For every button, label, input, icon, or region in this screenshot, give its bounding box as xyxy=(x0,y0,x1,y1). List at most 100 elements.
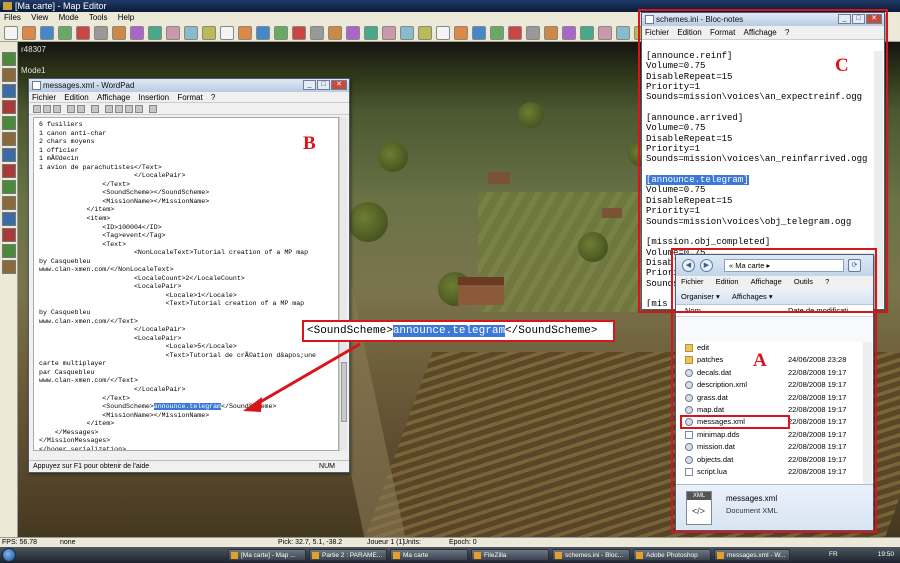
left-toolbar xyxy=(0,42,18,537)
task-firefox[interactable]: Partie 2 : PARAME... xyxy=(309,549,387,561)
tool-palette-button[interactable] xyxy=(2,244,16,258)
toolbar-button[interactable] xyxy=(40,26,54,40)
save-icon[interactable] xyxy=(53,105,61,113)
toolbar-button[interactable] xyxy=(526,26,540,40)
new-doc-icon[interactable] xyxy=(33,105,41,113)
toolbar-button[interactable] xyxy=(400,26,414,40)
toolbar-button[interactable] xyxy=(328,26,342,40)
toolbar-button[interactable] xyxy=(598,26,612,40)
toolbar-button[interactable] xyxy=(490,26,504,40)
toolbar-button[interactable] xyxy=(220,26,234,40)
scroll-thumb[interactable] xyxy=(341,362,347,422)
task-icon xyxy=(474,552,481,559)
task-wordpad[interactable]: messages.xml - W... xyxy=(714,549,790,561)
toolbar-button[interactable] xyxy=(508,26,522,40)
wordpad-scrollbar[interactable] xyxy=(339,117,347,451)
task-map-editor[interactable]: [Ma carte] - Map ... xyxy=(228,549,306,561)
maximize-button[interactable]: □ xyxy=(317,80,330,90)
menu-insertion[interactable]: Insertion xyxy=(135,92,172,103)
shed xyxy=(602,208,622,218)
close-button[interactable]: ✕ xyxy=(331,80,347,90)
tool-palette-button[interactable] xyxy=(2,164,16,178)
tool-palette-button[interactable] xyxy=(2,68,16,82)
task-filezilla[interactable]: FileZilla xyxy=(471,549,549,561)
tool-palette-button[interactable] xyxy=(2,148,16,162)
wordpad-text[interactable]: 6 fusiliers 1 canon anti-char 2 chars mo… xyxy=(34,118,338,450)
tool-palette-button[interactable] xyxy=(2,116,16,130)
minimize-button[interactable]: _ xyxy=(303,80,316,90)
toolbar-button[interactable] xyxy=(58,26,72,40)
cut-icon[interactable] xyxy=(105,105,113,113)
text-line: by Casquebleu xyxy=(39,309,91,317)
tool-palette-button[interactable] xyxy=(2,100,16,114)
menu-help[interactable]: ? xyxy=(208,92,218,103)
tool-palette-button[interactable] xyxy=(2,196,16,210)
tool-palette-button[interactable] xyxy=(2,132,16,146)
toolbar-button[interactable] xyxy=(238,26,252,40)
task-label: Partie 2 : PARAME... xyxy=(322,552,383,559)
selected-text[interactable]: announce.telegram xyxy=(153,403,222,411)
task-photoshop[interactable]: Adobe Photoshop xyxy=(633,549,711,561)
wordpad-titlebar[interactable]: messages.xml - WordPad _ □ ✕ xyxy=(29,79,349,92)
print-icon[interactable] xyxy=(67,105,75,113)
start-button[interactable] xyxy=(2,548,16,562)
language-indicator[interactable]: FR xyxy=(829,551,838,558)
toolbar-button[interactable] xyxy=(256,26,270,40)
toolbar-button[interactable] xyxy=(76,26,90,40)
toolbar-button[interactable] xyxy=(130,26,144,40)
menu-fichier[interactable]: Fichier xyxy=(29,92,59,103)
menu-mode[interactable]: Mode xyxy=(55,12,83,24)
toolbar-button[interactable] xyxy=(166,26,180,40)
datetime-icon[interactable] xyxy=(149,105,157,113)
wordpad-window-controls: _ □ ✕ xyxy=(303,80,347,90)
tool-palette-button[interactable] xyxy=(2,260,16,274)
toolbar-button[interactable] xyxy=(148,26,162,40)
toolbar-button[interactable] xyxy=(616,26,630,40)
label-b: B xyxy=(303,133,316,154)
copy-icon[interactable] xyxy=(115,105,123,113)
tool-palette-button[interactable] xyxy=(2,228,16,242)
menu-files[interactable]: Files xyxy=(0,12,25,24)
toolbar-button[interactable] xyxy=(454,26,468,40)
toolbar-button[interactable] xyxy=(382,26,396,40)
tool-palette-button[interactable] xyxy=(2,84,16,98)
toolbar-button[interactable] xyxy=(112,26,126,40)
toolbar-button[interactable] xyxy=(562,26,576,40)
toolbar-button[interactable] xyxy=(472,26,486,40)
menu-help[interactable]: Help xyxy=(114,12,138,24)
toolbar-button[interactable] xyxy=(274,26,288,40)
toolbar-button[interactable] xyxy=(364,26,378,40)
menu-edition[interactable]: Edition xyxy=(61,92,91,103)
task-folder[interactable]: Ma carte xyxy=(390,549,468,561)
menu-tools[interactable]: Tools xyxy=(85,12,112,24)
paste-icon[interactable] xyxy=(125,105,133,113)
undo-icon[interactable] xyxy=(135,105,143,113)
menu-view[interactable]: View xyxy=(27,12,52,24)
menu-affichage[interactable]: Affichage xyxy=(94,92,133,103)
task-notepad[interactable]: schemes.ini - Bloc... xyxy=(552,549,630,561)
wordpad-window[interactable]: messages.xml - WordPad _ □ ✕ Fichier Editi… xyxy=(28,78,350,473)
clock[interactable]: 19:50 xyxy=(878,551,894,558)
toolbar-button[interactable] xyxy=(22,26,36,40)
wordpad-document[interactable]: 6 fusiliers 1 canon anti-char 2 chars mo… xyxy=(33,117,339,451)
toolbar-button[interactable] xyxy=(292,26,306,40)
menu-format[interactable]: Format xyxy=(174,92,205,103)
tool-palette-button[interactable] xyxy=(2,180,16,194)
hud-id-text: r48307 xyxy=(21,45,46,54)
toolbar-button[interactable] xyxy=(418,26,432,40)
toolbar-button[interactable] xyxy=(202,26,216,40)
toolbar-button[interactable] xyxy=(436,26,450,40)
toolbar-button[interactable] xyxy=(310,26,324,40)
tool-palette-button[interactable] xyxy=(2,212,16,226)
tool-palette-button[interactable] xyxy=(2,52,16,66)
find-icon[interactable] xyxy=(91,105,99,113)
toolbar-button[interactable] xyxy=(184,26,198,40)
preview-icon[interactable] xyxy=(77,105,85,113)
toolbar-button[interactable] xyxy=(346,26,360,40)
toolbar-button[interactable] xyxy=(94,26,108,40)
toolbar-button[interactable] xyxy=(544,26,558,40)
toolbar-button[interactable] xyxy=(580,26,594,40)
toolbar-button[interactable] xyxy=(4,26,18,40)
open-icon[interactable] xyxy=(43,105,51,113)
wordpad-app-icon xyxy=(32,81,41,90)
